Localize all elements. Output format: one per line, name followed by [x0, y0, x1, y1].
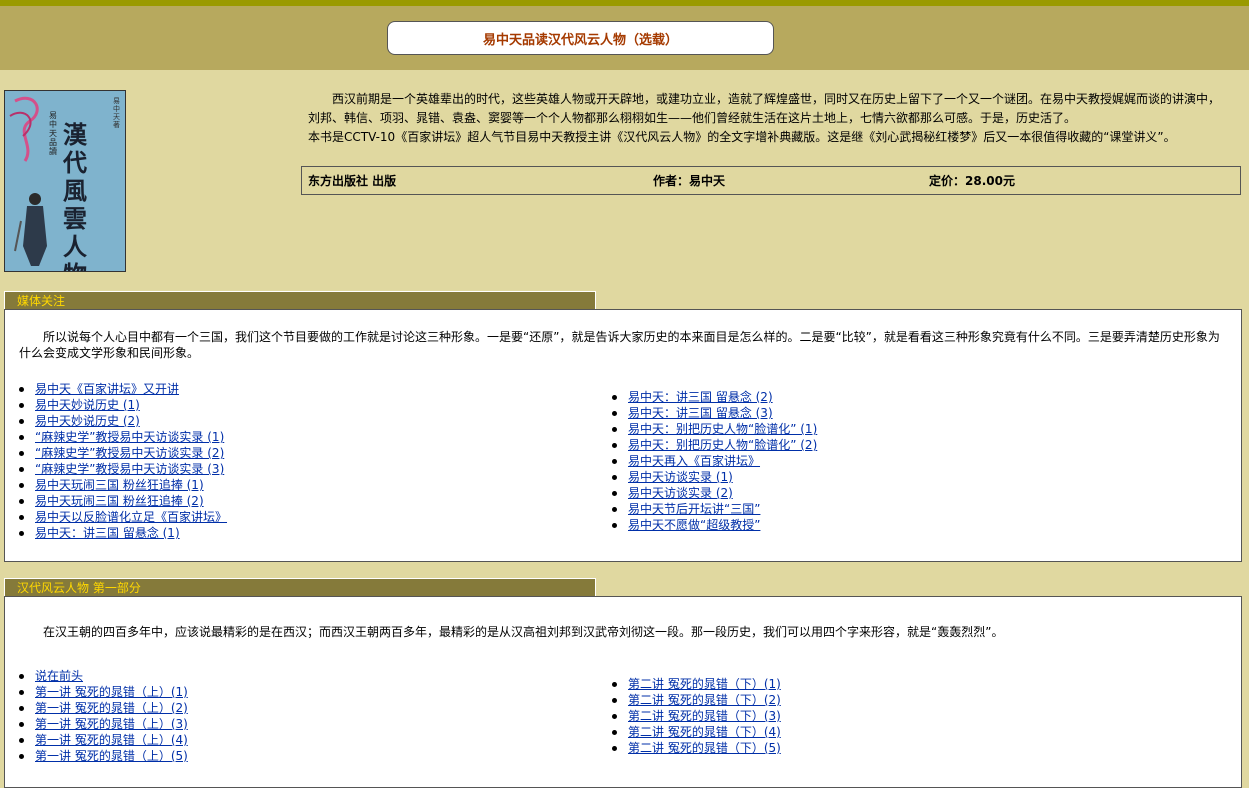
media-article-link[interactable]: 易中天访谈实录 (2) — [628, 486, 733, 500]
cover-figure-illustration — [14, 193, 47, 266]
list-item: 易中天节后开坛讲“三国” — [602, 501, 817, 517]
media-article-link[interactable]: “麻辣史学”教授易中天访谈实录 (3) — [35, 462, 224, 476]
cover-author: 易中天著 — [113, 97, 120, 129]
list-item: 第一讲 冤死的晁错（上）(2) — [9, 700, 188, 716]
part1-section-tab: 汉代风云人物 第一部分 — [4, 578, 596, 596]
media-article-link[interactable]: 易中天再入《百家讲坛》 — [628, 454, 760, 468]
chapter-link[interactable]: 第二讲 冤死的晁错（下）(5) — [628, 741, 781, 755]
media-article-link[interactable]: 易中天《百家讲坛》又开讲 — [35, 382, 179, 396]
media-links-right: 易中天：讲三国 留悬念 (2) 易中天：讲三国 留悬念 (3) 易中天：别把历史人物… — [602, 389, 817, 533]
media-article-link[interactable]: 易中天：别把历史人物“脸谱化” (1) — [628, 422, 817, 436]
list-item: 第一讲 冤死的晁错（上）(5) — [9, 748, 188, 764]
intro-paragraph-2: 本书是CCTV-10《百家讲坛》超人气节目易中天教授主讲《汉代风云人物》的全文字… — [308, 130, 1176, 144]
media-article-link[interactable]: 易中天：讲三国 留悬念 (2) — [628, 390, 773, 404]
list-item: 第一讲 冤死的晁错（上）(1) — [9, 684, 188, 700]
list-item: 第二讲 冤死的晁错（下）(5) — [602, 740, 781, 756]
list-item: 第一讲 冤死的晁错（上）(4) — [9, 732, 188, 748]
chapter-link[interactable]: 第一讲 冤死的晁错（上）(4) — [35, 733, 188, 747]
media-article-link[interactable]: 易中天访谈实录 (1) — [628, 470, 733, 484]
list-item: 第二讲 冤死的晁错（下）(1) — [602, 676, 781, 692]
media-article-link[interactable]: 易中天玩闹三国 粉丝狂追捧 (1) — [35, 478, 204, 492]
list-item: 第二讲 冤死的晁错（下）(4) — [602, 724, 781, 740]
media-section-tab: 媒体关注 — [4, 291, 596, 309]
media-article-link[interactable]: 易中天：别把历史人物“脸谱化” (2) — [628, 438, 817, 452]
page-title: 易中天品读汉代风云人物（选载） — [387, 21, 774, 55]
list-item: 说在前头 — [9, 668, 188, 684]
chapter-link[interactable]: 说在前头 — [35, 669, 83, 683]
intro-paragraph-1: 西汉前期是一个英雄辈出的时代，这些英雄人物或开天辟地，或建功立业，造就了辉煌盛世… — [308, 92, 1221, 125]
list-item: “麻辣史学”教授易中天访谈实录 (3) — [9, 461, 227, 477]
list-item: 易中天以反脸谱化立足《百家讲坛》 — [9, 509, 227, 525]
media-article-link[interactable]: “麻辣史学”教授易中天访谈实录 (1) — [35, 430, 224, 444]
list-item: 第二讲 冤死的晁错（下）(2) — [602, 692, 781, 708]
chapter-link[interactable]: 第一讲 冤死的晁错（上）(2) — [35, 701, 188, 715]
author: 作者：易中天 — [653, 174, 726, 188]
list-item: 第二讲 冤死的晁错（下）(3) — [602, 708, 781, 724]
cover-title: 漢代風雲人物 — [63, 120, 87, 272]
chapter-link[interactable]: 第二讲 冤死的晁错（下）(4) — [628, 725, 781, 739]
media-article-link[interactable]: 易中天不愿做“超级教授” — [628, 518, 760, 532]
list-item: 易中天访谈实录 (1) — [602, 469, 817, 485]
list-item: 易中天玩闹三国 粉丝狂追捧 (2) — [9, 493, 227, 509]
chapter-link[interactable]: 第二讲 冤死的晁错（下）(2) — [628, 693, 781, 707]
media-paragraph: 所以说每个人心目中都有一个三国，我们这个节目要做的工作就是讨论这三种形象。一是要… — [19, 330, 1220, 360]
list-item: 易中天玩闹三国 粉丝狂追捧 (1) — [9, 477, 227, 493]
part1-links-right: 第二讲 冤死的晁错（下）(1) 第二讲 冤死的晁错（下）(2) 第二讲 冤死的晁错（… — [602, 676, 781, 756]
media-article-link[interactable]: “麻辣史学”教授易中天访谈实录 (2) — [35, 446, 224, 460]
list-item: 易中天：讲三国 留悬念 (1) — [9, 525, 227, 541]
media-article-link[interactable]: 易中天妙说历史 (1) — [35, 398, 140, 412]
part1-links-left: 说在前头第一讲 冤死的晁错（上）(1) 第一讲 冤死的晁错（上）(2) 第一讲 冤死… — [9, 668, 188, 764]
media-article-link[interactable]: 易中天以反脸谱化立足《百家讲坛》 — [35, 510, 227, 524]
list-item: 易中天妙说历史 (1) — [9, 397, 227, 413]
list-item: 易中天：讲三国 留悬念 (3) — [602, 405, 817, 421]
chapter-link[interactable]: 第二讲 冤死的晁错（下）(3) — [628, 709, 781, 723]
price: 定价：28.00元 — [929, 174, 1015, 188]
list-item: 易中天妙说历史 (2) — [9, 413, 227, 429]
list-item: 易中天：别把历史人物“脸谱化” (1) — [602, 421, 817, 437]
book-info-bar: 东方出版社 出版 作者：易中天 定价：28.00元 — [301, 166, 1241, 195]
list-item: 易中天不愿做“超级教授” — [602, 517, 817, 533]
list-item: 易中天再入《百家讲坛》 — [602, 453, 817, 469]
cover-series: 易中天品讀 — [49, 111, 57, 156]
media-article-link[interactable]: 易中天：讲三国 留悬念 (1) — [35, 526, 180, 540]
book-introduction: 西汉前期是一个英雄辈出的时代，这些英雄人物或开天辟地，或建功立业，造就了辉煌盛世… — [308, 90, 1228, 147]
media-article-link[interactable]: 易中天玩闹三国 粉丝狂追捧 (2) — [35, 494, 204, 508]
chapter-link[interactable]: 第一讲 冤死的晁错（上）(3) — [35, 717, 188, 731]
list-item: 易中天《百家讲坛》又开讲 — [9, 381, 227, 397]
list-item: “麻辣史学”教授易中天访谈实录 (1) — [9, 429, 227, 445]
publisher: 东方出版社 出版 — [308, 174, 397, 188]
part1-paragraph: 在汉王朝的四百多年中，应该说最精彩的是在西汉；而西汉王朝两百多年，最精彩的是从汉… — [43, 625, 1004, 639]
chapter-link[interactable]: 第一讲 冤死的晁错（上）(1) — [35, 685, 188, 699]
list-item: 易中天访谈实录 (2) — [602, 485, 817, 501]
media-article-link[interactable]: 易中天：讲三国 留悬念 (3) — [628, 406, 773, 420]
list-item: 易中天：讲三国 留悬念 (2) — [602, 389, 817, 405]
media-section: 所以说每个人心目中都有一个三国，我们这个节目要做的工作就是讨论这三种形象。一是要… — [4, 309, 1242, 562]
media-article-link[interactable]: 易中天妙说历史 (2) — [35, 414, 140, 428]
list-item: 易中天：别把历史人物“脸谱化” (2) — [602, 437, 817, 453]
list-item: 第一讲 冤死的晁错（上）(3) — [9, 716, 188, 732]
media-article-link[interactable]: 易中天节后开坛讲“三国” — [628, 502, 760, 516]
book-cover-image: 易中天著 易中天品讀 漢代風雲人物 — [4, 90, 126, 272]
list-item: “麻辣史学”教授易中天访谈实录 (2) — [9, 445, 227, 461]
part1-section: 在汉王朝的四百多年中，应该说最精彩的是在西汉；而西汉王朝两百多年，最精彩的是从汉… — [4, 596, 1242, 788]
media-links-left: 易中天《百家讲坛》又开讲 易中天妙说历史 (1) 易中天妙说历史 (2) “麻辣史学”… — [9, 381, 227, 541]
page-header: 易中天品读汉代风云人物（选载） — [0, 6, 1249, 70]
chapter-link[interactable]: 第二讲 冤死的晁错（下）(1) — [628, 677, 781, 691]
chapter-link[interactable]: 第一讲 冤死的晁错（上）(5) — [35, 749, 188, 763]
